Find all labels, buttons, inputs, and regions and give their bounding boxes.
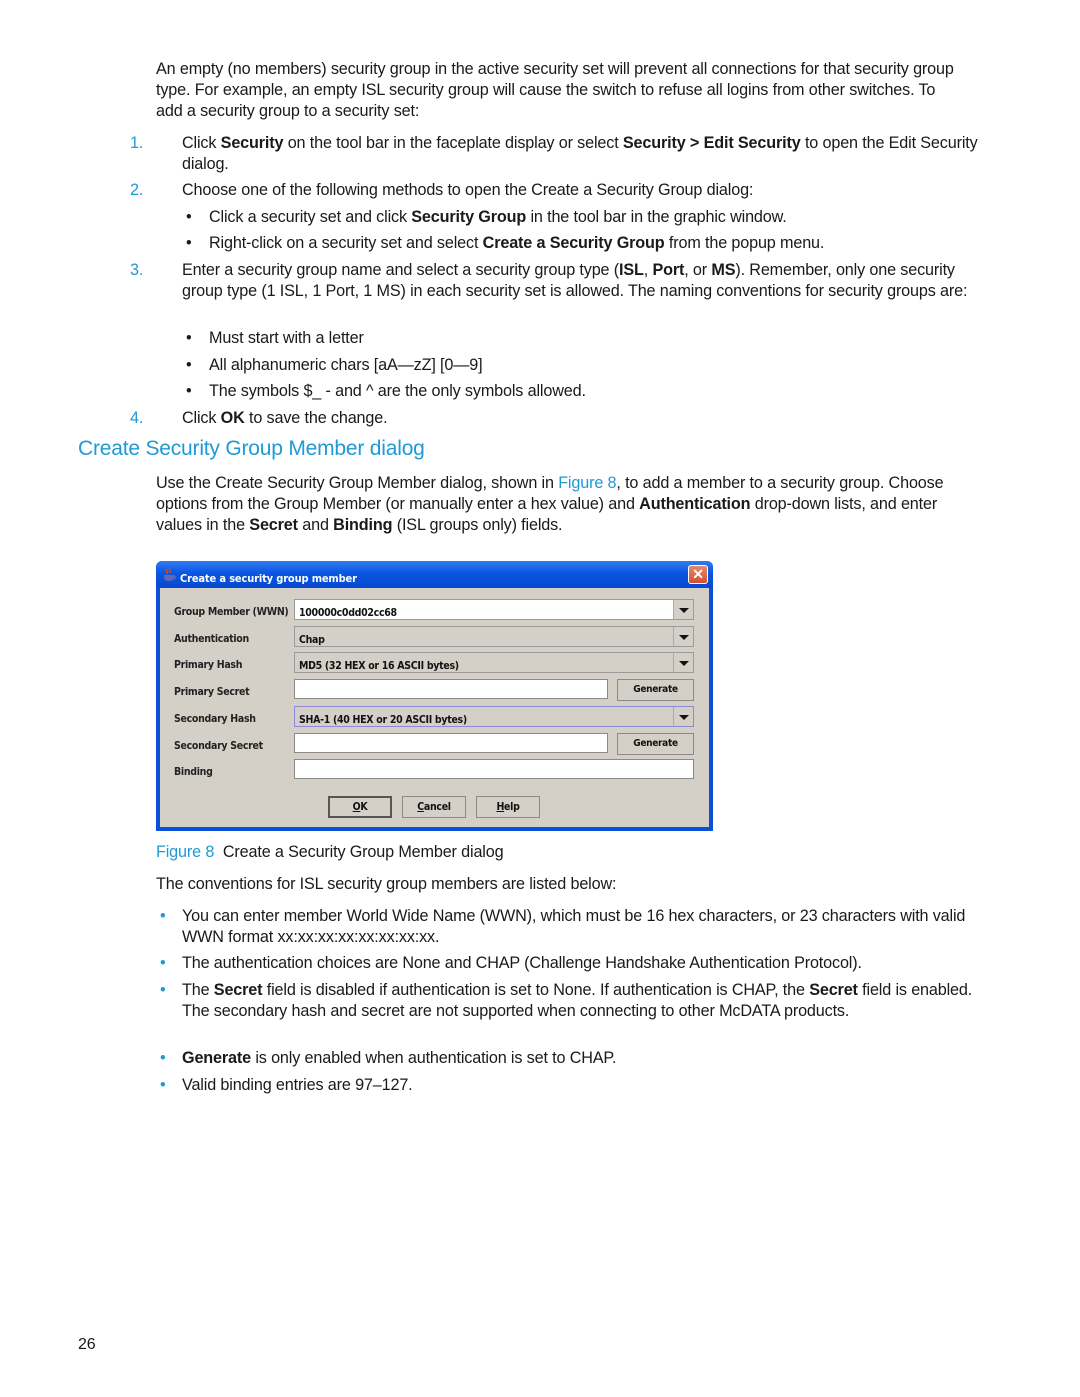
- primary-secret-label: Primary Secret: [174, 686, 250, 698]
- section-heading: Create Security Group Member dialog: [78, 437, 425, 460]
- step-2-bullet: • Click a security set and click Security…: [182, 207, 989, 228]
- cancel-button[interactable]: Cancel: [402, 796, 466, 818]
- chevron-down-icon[interactable]: [673, 627, 693, 646]
- step-4: 4. Click OK to save the change.: [130, 409, 388, 427]
- convention-item: • The authentication choices are None and…: [156, 953, 992, 974]
- help-button[interactable]: Help: [476, 796, 540, 818]
- step-3: 3. Enter a security group name and select…: [130, 261, 968, 300]
- bullet-icon: •: [160, 1049, 166, 1067]
- java-cup-icon: [164, 567, 177, 581]
- bullet-icon: •: [160, 981, 166, 999]
- secondary-hash-label: Secondary Hash: [174, 713, 256, 725]
- bullet-icon: •: [160, 907, 166, 925]
- close-button[interactable]: ✕: [688, 565, 708, 584]
- primary-secret-input[interactable]: [294, 679, 608, 699]
- document-page: An empty (no members) security group in …: [0, 0, 1080, 1397]
- intro-paragraph: An empty (no members) security group in …: [156, 60, 954, 120]
- primary-hash-label: Primary Hash: [174, 659, 243, 671]
- authentication-label: Authentication: [174, 633, 249, 645]
- primary-hash-combo[interactable]: MD5 (32 HEX or 16 ASCII bytes): [294, 652, 694, 673]
- step-number: 2.: [130, 181, 144, 199]
- bullet-icon: •: [186, 356, 192, 374]
- group-member-label: Group Member (WWN): [174, 606, 289, 618]
- step-number: 3.: [130, 261, 144, 279]
- authentication-combo[interactable]: Chap: [294, 626, 694, 647]
- chevron-down-icon[interactable]: [673, 707, 693, 726]
- bullet-icon: •: [186, 382, 192, 400]
- step-3-bullet: • Must start with a letter: [182, 328, 989, 349]
- bullet-icon: •: [160, 1076, 166, 1094]
- step-3-bullet: • All alphanumeric chars [aA—zZ] [0—9]: [182, 355, 989, 376]
- chevron-down-icon[interactable]: [673, 653, 693, 672]
- dialog-title: Create a security group member: [180, 572, 357, 585]
- step-1: 1. Click Security on the tool bar in the …: [130, 134, 978, 173]
- chevron-down-icon[interactable]: [673, 600, 693, 619]
- step-3-bullet: • The symbols $_ - and ^ are the only sym…: [182, 381, 989, 402]
- step-2: 2. Choose one of the following methods to…: [130, 181, 754, 199]
- create-security-group-member-dialog: Create a security group member ✕ Group M…: [156, 561, 713, 831]
- step-number: 1.: [130, 134, 144, 152]
- secondary-secret-label: Secondary Secret: [174, 740, 263, 752]
- convention-item: • Generate is only enabled when authentic…: [156, 1048, 992, 1069]
- dialog-body: Group Member (WWN) 100000c0dd02cc68 Auth…: [160, 588, 709, 827]
- bullet-icon: •: [186, 234, 192, 252]
- bullet-icon: •: [186, 329, 192, 347]
- conventions-intro: The conventions for ISL security group m…: [156, 875, 617, 893]
- figure-label: Figure 8: [156, 843, 215, 861]
- primary-generate-button[interactable]: Generate: [617, 679, 694, 701]
- binding-input[interactable]: [294, 759, 694, 779]
- secondary-generate-button[interactable]: Generate: [617, 733, 694, 755]
- secondary-hash-combo[interactable]: SHA-1 (40 HEX or 20 ASCII bytes): [294, 706, 694, 727]
- secondary-secret-input[interactable]: [294, 733, 608, 753]
- close-icon: ✕: [692, 566, 704, 582]
- group-member-combo[interactable]: 100000c0dd02cc68: [294, 599, 694, 620]
- bullet-icon: •: [160, 954, 166, 972]
- binding-label: Binding: [174, 766, 213, 778]
- convention-item: • Valid binding entries are 97–127.: [156, 1075, 992, 1096]
- figure-link[interactable]: Figure 8: [558, 474, 616, 492]
- convention-item: • The Secret field is disabled if authent…: [156, 980, 992, 1022]
- ok-button[interactable]: OK: [328, 796, 392, 818]
- convention-item: • You can enter member World Wide Name (W…: [156, 906, 992, 948]
- page-number: 26: [78, 1336, 96, 1353]
- step-number: 4.: [130, 409, 144, 427]
- section-paragraph: Use the Create Security Group Member dia…: [156, 474, 944, 534]
- step-2-bullet: • Right-click on a security set and selec…: [182, 233, 989, 254]
- dialog-titlebar[interactable]: Create a security group member ✕: [156, 561, 713, 588]
- bullet-icon: •: [186, 208, 192, 226]
- figure-caption: Figure 8 Create a Security Group Member …: [156, 843, 504, 861]
